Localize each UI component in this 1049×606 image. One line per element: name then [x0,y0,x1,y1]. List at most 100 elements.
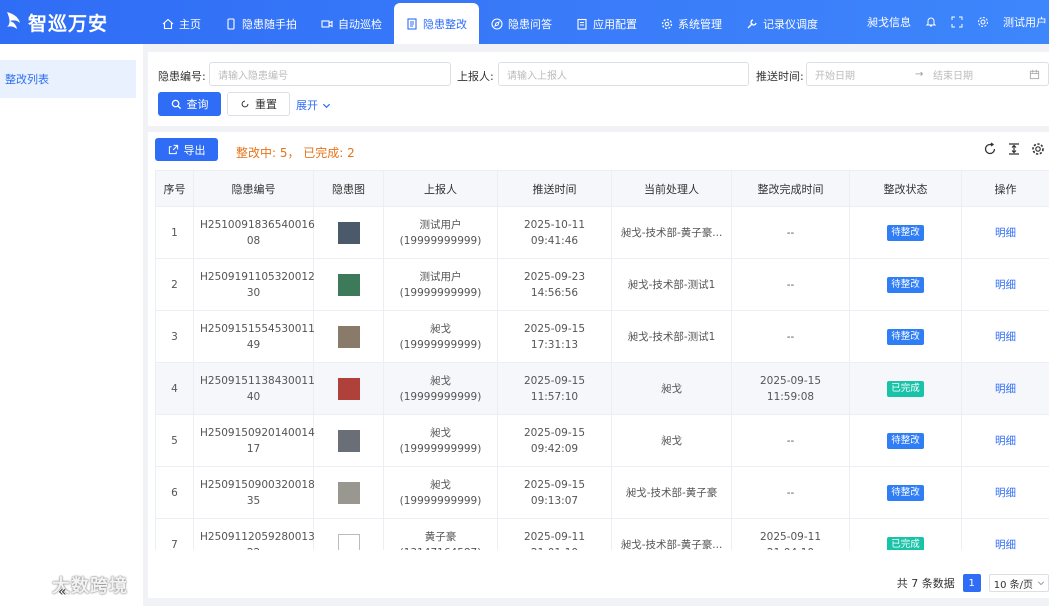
table-row[interactable]: 7H2509112059280013 22黄子豪 (13147164587)20… [155,518,1049,551]
table-row[interactable]: 5 H2509150920140014 17 昶戈 (19999999999) 202… [155,414,1049,467]
org-name[interactable]: 昶戈信息 [867,14,911,30]
app-logo[interactable]: 智巡万安 [0,0,150,44]
hazard-thumbnail[interactable] [337,273,360,296]
detail-link[interactable]: 明细 [995,383,1016,395]
main-nav: 主页 隐患随手拍 自动巡检 隐患整改 隐患问答 应用配置 系统管理 记录仪调度 [150,0,830,44]
nav-item-6[interactable]: 系统管理 [649,4,734,44]
hazard-thumbnail[interactable] [337,429,360,452]
compass-icon [491,18,503,30]
action-cell: 明细 [961,206,1049,259]
column-header: 当前处理人 [611,170,732,207]
start-date[interactable]: 开始日期 [815,67,915,82]
hazard-thumbnail[interactable] [337,377,360,400]
detail-link[interactable]: 明细 [995,435,1016,447]
bell-icon[interactable] [925,16,937,28]
current-handler: 昶戈 [611,414,732,467]
wrench-icon [747,19,757,29]
status-badge: 待整改 [887,329,924,345]
detail-link[interactable]: 明细 [995,331,1016,343]
status-badge: 已完成 [887,381,924,397]
settings-icon[interactable] [1031,142,1045,156]
nav-label: 隐患整改 [423,17,467,31]
gear-icon[interactable] [977,16,989,28]
user-name[interactable]: 测试用户 [1003,14,1047,30]
nav-item-4[interactable]: 隐患问答 [479,4,564,44]
push-time: 2025-10-11 09:41:46 [497,206,612,259]
range-arrow: → [915,68,924,80]
column-height-icon[interactable] [1007,142,1021,156]
page-button-1[interactable]: 1 [962,574,981,592]
status-badge: 待整改 [887,433,924,449]
hazard-image-cell [313,206,384,259]
query-button[interactable]: 查询 [158,92,221,116]
hazard-thumbnail[interactable] [337,325,360,348]
hazard-image-cell [313,258,384,311]
detail-link[interactable]: 明细 [995,539,1016,551]
current-handler: 昶戈-技术部-测试1 [611,258,732,311]
hazard-id-input[interactable]: 请输入隐患编号 [209,62,451,86]
completion-time: -- [731,310,850,363]
nav-item-1[interactable]: 隐患随手拍 [213,4,309,44]
hazard-thumbnail[interactable] [337,221,360,244]
reset-button[interactable]: 重置 [227,92,290,116]
expand-label: 展开 [296,99,318,112]
status-cell: 待整改 [849,206,962,259]
completion-time: -- [731,466,850,519]
status-cell: 已完成 [849,362,962,415]
hazard-image-cell [313,362,384,415]
query-label: 查询 [186,98,209,111]
fullscreen-icon[interactable] [951,16,963,28]
sidebar-item-rectification-list[interactable]: 整改列表 [0,60,136,98]
hazard-id: H2509151138430011 40 [193,362,315,415]
table-row[interactable]: 6 H2509150900320018 35 昶戈 (19999999999) 202… [155,466,1049,519]
chevron-down-icon [322,103,331,108]
row-number: 2 [155,258,194,311]
reporter-input[interactable]: 请输入上报人 [498,62,749,86]
reporter: 测试用户 (19999999999) [383,258,498,311]
reporter-label: 上报人: [457,70,494,83]
page-size-select[interactable]: 10 条/页 [988,574,1049,592]
pagination: 共 7 条数据 1 10 条/页 [897,574,1049,592]
reporter: 黄子豪 (13147164587) [383,518,498,550]
nav-label: 记录仪调度 [763,18,818,31]
expand-toggle[interactable]: 展开 [296,97,331,113]
table-row[interactable]: 1 H2510091836540016 08 测试用户 (19999999999) 2… [155,206,1049,259]
table-row[interactable]: 2 H2509191105320012 30 测试用户 (19999999999) 2… [155,258,1049,311]
nav-item-0[interactable]: 主页 [150,4,213,44]
status-summary: 整改中: 5， 已完成: 2 [236,146,355,160]
watermark-logo-icon [7,574,35,594]
detail-link[interactable]: 明细 [995,227,1016,239]
detail-link[interactable]: 明细 [995,279,1016,291]
hazard-thumbnail[interactable] [337,533,360,550]
sidebar: 整改列表 大数跨境 « [0,44,143,606]
rectification-table: 序号 隐患编号 隐患图 上报人 推送时间 当前处理人 整改完成时间 整改状态 操作 1 H2510… [155,170,1049,550]
hazard-id: H2509150920140014 17 [193,414,315,467]
date-range-picker[interactable]: 开始日期 → 结束日期 [806,62,1049,86]
table-row[interactable]: 4 H2509151138430011 40 昶戈 (19999999999) 202… [155,362,1049,415]
push-time: 2025-09-15 09:42:09 [497,414,612,467]
id-label: 隐患编号: [158,70,206,83]
export-label: 导出 [183,143,206,157]
completion-time: 2025-09-15 11:59:08 [731,362,850,415]
nav-item-7[interactable]: 记录仪调度 [734,4,830,44]
nav-item-3[interactable]: 隐患整改 [394,3,479,44]
nav-label: 隐患问答 [508,18,552,31]
search-icon [171,99,181,109]
clipboard-icon [577,18,587,30]
app-title: 智巡万安 [28,12,109,35]
push-time: 2025-09-23 14:56:56 [497,258,612,311]
export-button[interactable]: 导出 [155,138,218,161]
end-date[interactable]: 结束日期 [933,67,1029,82]
hazard-thumbnail[interactable] [337,481,360,504]
search-panel: 隐患编号: 请输入隐患编号 上报人: 请输入上报人 推送时间: 开始日期 → 结… [148,52,1049,126]
refresh-icon[interactable] [983,142,997,156]
nav-item-2[interactable]: 自动巡检 [309,4,394,44]
collapse-sidebar-button[interactable]: « [58,584,67,600]
table-row[interactable]: 3 H2509151554530011 49 昶戈 (19999999999) 202… [155,310,1049,363]
column-header: 隐患图 [313,170,384,207]
table-scroll-area[interactable]: 序号 隐患编号 隐患图 上报人 推送时间 当前处理人 整改完成时间 整改状态 操作 1 H2510… [155,170,1049,550]
detail-link[interactable]: 明细 [995,487,1016,499]
nav-item-5[interactable]: 应用配置 [564,4,649,44]
column-header: 隐患编号 [193,170,314,207]
hazard-id: H2509151554530011 49 [193,310,315,363]
